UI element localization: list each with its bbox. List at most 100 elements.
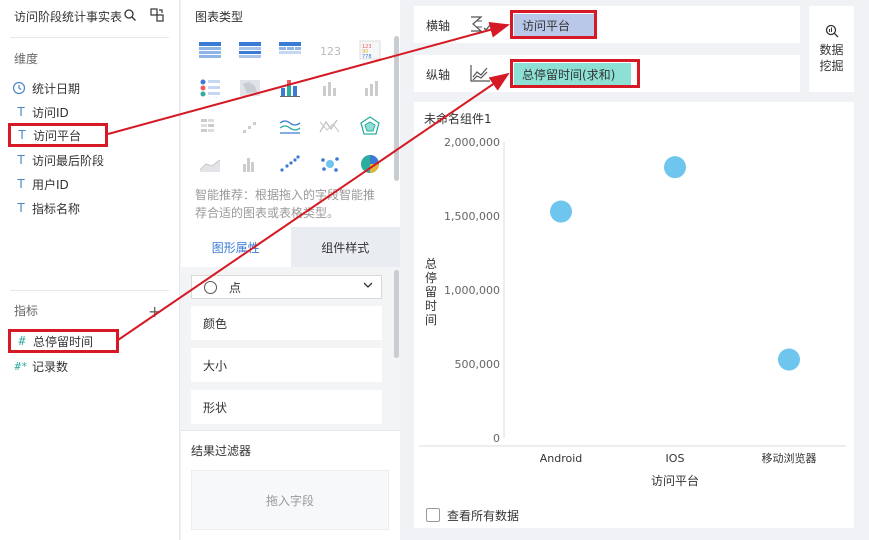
- data-point: [550, 200, 572, 223]
- dimensions-label: 维度: [14, 52, 39, 66]
- mark-type-select[interactable]: 点: [191, 275, 382, 299]
- graphic-properties-area: 点 颜色 大小 形状: [181, 267, 400, 430]
- svg-text:123: 123: [320, 45, 341, 58]
- chart-types-label: 图表类型: [195, 10, 244, 24]
- grouped-table-icon[interactable]: [237, 38, 263, 62]
- stacked-bar-icon[interactable]: [277, 76, 303, 100]
- dimension-item[interactable]: T 指标名称: [10, 197, 170, 219]
- text-type-icon: T: [18, 128, 26, 142]
- pie-chart-icon[interactable]: [357, 152, 383, 176]
- x-axis-dimension-icon[interactable]: [469, 15, 491, 33]
- dimension-label: 访问最后阶段: [32, 153, 105, 168]
- color-table-icon[interactable]: 12390778: [357, 38, 383, 62]
- y-axis-title-char: 留: [425, 285, 437, 299]
- metrics-label: 指标: [14, 304, 39, 318]
- add-metric-icon[interactable]: +: [148, 302, 161, 321]
- y-axis-label: 纵轴: [426, 68, 451, 82]
- show-all-data-checkbox[interactable]: [426, 508, 440, 522]
- dimension-label: 统计日期: [32, 81, 81, 96]
- data-mining-button[interactable]: 数据 挖掘: [809, 6, 854, 92]
- data-mining-icon: [825, 24, 838, 38]
- circle-mark-icon: [204, 280, 217, 294]
- radar-chart-icon[interactable]: [357, 114, 383, 138]
- scatter-chart: 0 500,000 1,000,000 1,500,000 2,000,000 Andro…: [419, 136, 846, 488]
- kpi-number-icon[interactable]: 123: [317, 38, 343, 62]
- text-type-icon: T: [17, 105, 25, 119]
- filter-dropzone[interactable]: 拖入字段: [191, 470, 389, 530]
- data-mining-label-2: 挖掘: [819, 59, 844, 73]
- y-axis-title-char: 间: [425, 313, 437, 327]
- chevron-down-icon: [363, 282, 373, 288]
- record-count-icon: #*: [14, 359, 28, 373]
- divider: [10, 37, 169, 38]
- y-tick-label: 500,000: [455, 358, 501, 371]
- smart-recommend-hint: 智能推荐：根据拖入的字段智能推荐合适的图表或表格类型。: [195, 188, 376, 220]
- bubble-chart-icon[interactable]: [317, 152, 343, 176]
- y-tick-label: 1,500,000: [444, 210, 500, 223]
- scrollbar[interactable]: [394, 36, 399, 181]
- data-mining-label-1: 数据: [819, 43, 844, 57]
- y-axis-title-char: 时: [425, 299, 437, 313]
- scatter-chart-icon[interactable]: [277, 152, 303, 176]
- bar-chart-icon[interactable]: [357, 76, 383, 100]
- y-tick-label: 0: [493, 432, 500, 445]
- show-all-data-label: 查看所有数据: [447, 509, 520, 523]
- text-type-icon: T: [17, 201, 25, 215]
- metric-label: 总停留时间: [33, 334, 94, 349]
- tab-graphic-properties[interactable]: 图形属性: [181, 227, 291, 267]
- shape-property[interactable]: 形状: [191, 390, 382, 424]
- radar-line-icon[interactable]: [317, 114, 343, 138]
- x-axis-row: 横轴 访问平台: [414, 6, 800, 43]
- range-bar-icon[interactable]: [237, 114, 263, 138]
- data-point: [664, 156, 686, 179]
- y-axis-title-char: 总: [425, 257, 437, 271]
- dimension-item-highlighted[interactable]: T 访问平台: [8, 123, 108, 147]
- line-chart-icon[interactable]: [277, 114, 303, 138]
- tab-component-style[interactable]: 组件样式: [290, 227, 400, 267]
- x-axis-label: 横轴: [426, 19, 451, 33]
- y-axis-measure-icon[interactable]: [469, 64, 491, 82]
- size-property[interactable]: 大小: [191, 348, 382, 382]
- dimension-item[interactable]: T 用户ID: [10, 173, 170, 195]
- text-type-icon: T: [17, 177, 25, 191]
- metric-item-highlighted[interactable]: # 总停留时间: [8, 329, 119, 353]
- dimension-label: 访问平台: [33, 128, 82, 143]
- y-tick-label: 2,000,000: [444, 136, 500, 149]
- text-type-icon: T: [17, 153, 25, 167]
- divider: [181, 430, 400, 431]
- color-property[interactable]: 颜色: [191, 306, 382, 340]
- column-chart-icon[interactable]: [317, 76, 343, 100]
- dimension-item[interactable]: T 访问最后阶段: [10, 149, 170, 171]
- clock-icon: [12, 81, 26, 95]
- filter-widget-icon[interactable]: [197, 76, 223, 100]
- result-filter-title: 结果过滤器: [191, 444, 252, 458]
- number-type-icon: #: [18, 334, 26, 348]
- field-panel: 访问阶段统计事实表 维度 统计日期 T 访问ID T 访问平台 T 访问最后阶段…: [0, 0, 180, 540]
- metric-item[interactable]: #* 记录数: [10, 355, 170, 377]
- svg-text:778: 778: [362, 54, 372, 60]
- map-icon[interactable]: [237, 76, 263, 100]
- detail-table-icon[interactable]: [277, 38, 303, 62]
- dimension-item[interactable]: 统计日期: [10, 77, 170, 99]
- metric-label: 记录数: [32, 359, 69, 374]
- dataset-title: 访问阶段统计事实表: [14, 10, 123, 24]
- y-axis-title-char: 停: [425, 270, 437, 285]
- scrollbar[interactable]: [394, 270, 399, 358]
- data-point: [778, 348, 800, 371]
- y-tick-label: 1,000,000: [444, 284, 500, 297]
- chart-config-panel: 图表类型 123 123 90 778 智能推荐：根据拖入的字段智能推荐合适的图表或…: [181, 0, 400, 540]
- area-chart-icon[interactable]: [197, 152, 223, 176]
- x-tick-label: Android: [540, 452, 583, 465]
- cross-table-icon[interactable]: [197, 38, 223, 62]
- x-pill-highlight: [510, 10, 597, 39]
- mark-type-value: 点: [229, 280, 242, 295]
- chart-component: 未命名组件1 0 500,000 1,000,000 1,500,000 2,000,0…: [414, 102, 854, 528]
- x-tick-label: 移动浏览器: [762, 451, 817, 465]
- heat-table-icon[interactable]: [197, 114, 223, 138]
- histogram-icon[interactable]: [237, 152, 263, 176]
- switch-dataset-icon[interactable]: [150, 8, 164, 22]
- search-icon[interactable]: [124, 9, 136, 21]
- dimension-label: 用户ID: [32, 177, 69, 192]
- dimension-label: 指标名称: [32, 201, 81, 216]
- dimension-item[interactable]: T 访问ID: [10, 101, 170, 123]
